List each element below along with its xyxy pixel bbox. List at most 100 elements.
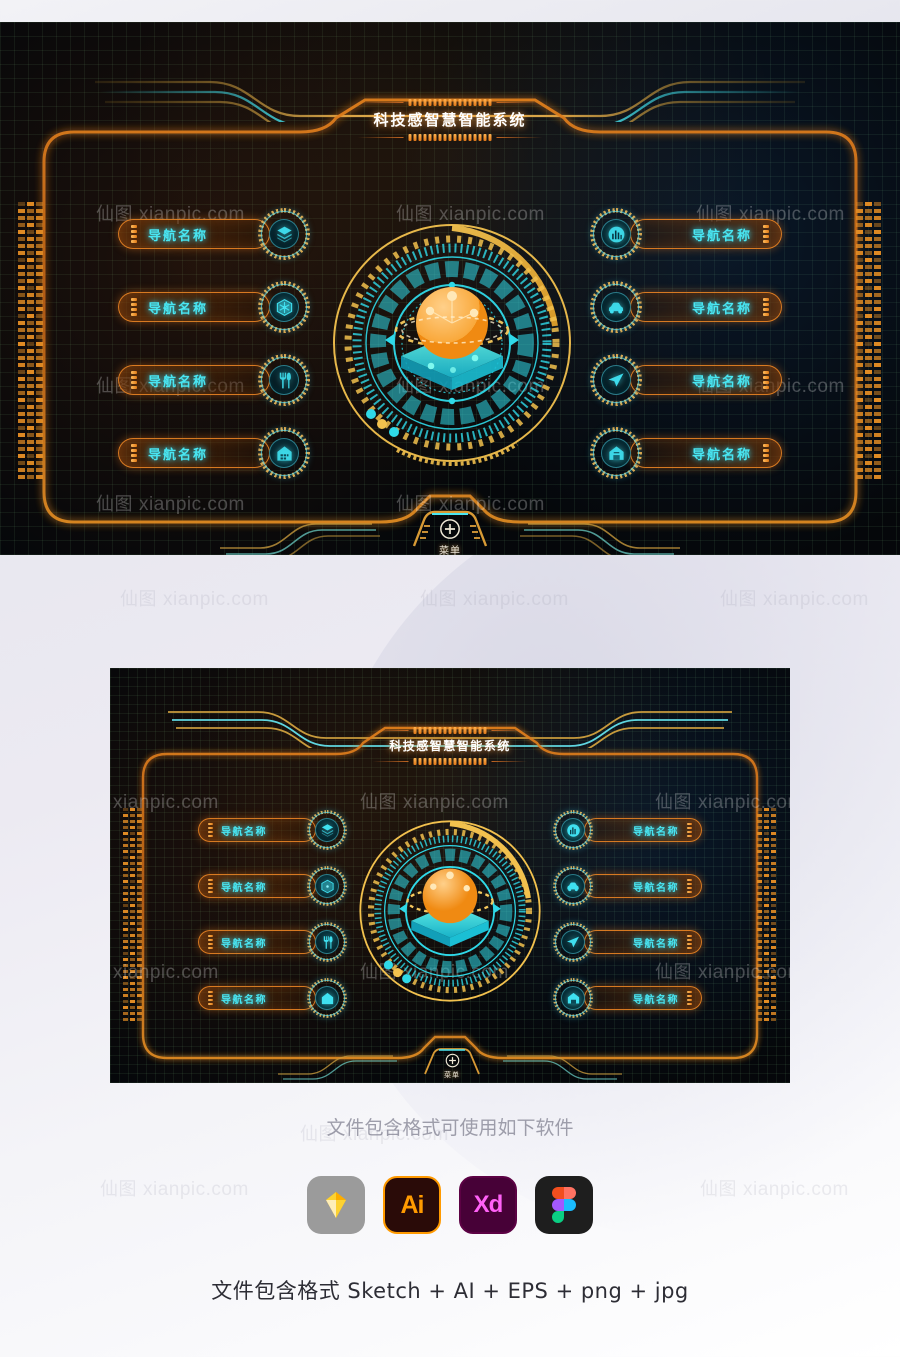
layers-cube-icon[interactable] [307, 810, 347, 850]
sidebar-item-right-3[interactable]: 导航名称 [553, 978, 702, 1018]
adobe-xd-icon[interactable]: Xd [459, 1176, 517, 1234]
hexagon-network-icon[interactable] [307, 866, 347, 906]
layers-cube-icon[interactable] [258, 208, 310, 260]
sidebar-item-label: 导航名称 [691, 374, 752, 390]
file-formats-line: 文件包含格式 Sketch + AI + EPS + png + jpg [211, 1279, 689, 1303]
plus-circle-icon[interactable] [445, 1053, 460, 1068]
title-tick-bar-bottom [372, 757, 528, 765]
nav-pill[interactable]: 导航名称 [584, 986, 702, 1010]
sidebar-item-left-3[interactable]: 导航名称 [118, 427, 310, 479]
sidebar-item-left-1[interactable]: 导航名称 [198, 866, 347, 906]
sidebar-item-left-0[interactable]: 导航名称 [118, 208, 310, 260]
sidebar-item-right-1[interactable]: 导航名称 [553, 866, 702, 906]
nav-pill[interactable]: 导航名称 [584, 874, 702, 898]
sidebar-item-label: 导航名称 [221, 994, 267, 1006]
footer-note: 文件包含格式可使用如下软件 [326, 1117, 574, 1139]
watermark-layer-gap: 仙图 xianpic.com 仙图 xianpic.com 仙图 xianpic.co… [120, 589, 869, 610]
sidebar-item-right-0[interactable]: 导航名称 [590, 208, 782, 260]
sidebar-item-left-1[interactable]: 导航名称 [118, 281, 310, 333]
sidebar-item-right-2[interactable]: 导航名称 [553, 922, 702, 962]
nav-pill[interactable]: 导航名称 [198, 986, 316, 1010]
pill-tick-marks [763, 298, 769, 316]
sidebar-item-right-1[interactable]: 导航名称 [590, 281, 782, 333]
sidebar-item-label: 导航名称 [221, 826, 267, 838]
pill-tick-marks [763, 371, 769, 389]
nav-pill[interactable]: 导航名称 [118, 219, 270, 249]
paper-plane-icon[interactable] [590, 354, 642, 406]
pill-tick-marks [208, 935, 213, 949]
sidebar-item-label: 导航名称 [633, 882, 679, 894]
sidebar-item-label: 导航名称 [148, 447, 209, 463]
nav-pill[interactable]: 导航名称 [630, 438, 782, 468]
menu-button[interactable]: 菜单 [422, 1048, 482, 1080]
pill-tick-marks [687, 991, 692, 1005]
pill-tick-marks [687, 823, 692, 837]
pill-tick-marks [131, 298, 137, 316]
nav-pill[interactable]: 导航名称 [198, 818, 316, 842]
nav-pill[interactable]: 导航名称 [630, 365, 782, 395]
nav-pill[interactable]: 导航名称 [198, 874, 316, 898]
nav-pill[interactable]: 导航名称 [118, 365, 270, 395]
paper-plane-icon[interactable] [553, 922, 593, 962]
sidebar-item-left-0[interactable]: 导航名称 [198, 810, 347, 850]
figma-icon[interactable] [535, 1176, 593, 1234]
sidebar-left: 导航名称 导航名称 导航名称 导航名称 [198, 810, 347, 1018]
sidebar-item-label: 导航名称 [221, 882, 267, 894]
pill-tick-marks [131, 225, 137, 243]
preview-panel-secondary: 科技感智慧智能系统 导航名称 导航名称 导航名称 导航名称 导航名称 导航名称 … [110, 668, 790, 1083]
sketch-icon[interactable] [307, 1176, 365, 1234]
preview-panel-primary: 科技感智慧智能系统 导航名称 导航名称 导航名称 导航名称 导航名称 导航名称 … [0, 22, 900, 555]
pill-tick-marks [763, 225, 769, 243]
nav-pill[interactable]: 导航名称 [198, 930, 316, 954]
hexagon-network-icon[interactable] [258, 281, 310, 333]
sidebar-item-label: 导航名称 [148, 228, 209, 244]
nav-pill[interactable]: 导航名称 [630, 219, 782, 249]
sidebar-item-label: 导航名称 [633, 938, 679, 950]
page-title: 科技感智慧智能系统 [373, 111, 527, 129]
sidebar-item-left-2[interactable]: 导航名称 [118, 354, 310, 406]
app-title-banner: 科技感智慧智能系统 [357, 98, 543, 141]
pill-tick-marks [131, 371, 137, 389]
house-icon[interactable] [307, 978, 347, 1018]
bar-chart-icon[interactable] [553, 810, 593, 850]
nav-pill[interactable]: 导航名称 [118, 438, 270, 468]
app-title-banner: 科技感智慧智能系统 [372, 726, 528, 765]
home-building-icon[interactable] [590, 427, 642, 479]
pill-tick-marks [208, 991, 213, 1005]
plus-circle-icon[interactable] [439, 518, 461, 540]
fork-utensils-icon[interactable] [258, 354, 310, 406]
central-radar-hud[interactable] [355, 816, 545, 1006]
nav-pill[interactable]: 导航名称 [584, 930, 702, 954]
adobe-illustrator-icon[interactable]: Ai [383, 1176, 441, 1234]
bar-chart-icon[interactable] [590, 208, 642, 260]
sidebar-item-right-3[interactable]: 导航名称 [590, 427, 782, 479]
software-icon-row: Ai Xd [0, 1176, 900, 1234]
page-title: 科技感智慧智能系统 [389, 739, 511, 753]
nav-pill[interactable]: 导航名称 [118, 292, 270, 322]
home-building-icon[interactable] [553, 978, 593, 1018]
sidebar-item-label: 导航名称 [691, 301, 752, 317]
pill-tick-marks [208, 823, 213, 837]
sidebar-item-left-3[interactable]: 导航名称 [198, 978, 347, 1018]
car-icon[interactable] [590, 281, 642, 333]
pill-tick-marks [687, 935, 692, 949]
sidebar-item-label: 导航名称 [633, 994, 679, 1006]
sidebar-item-right-0[interactable]: 导航名称 [553, 810, 702, 850]
sidebar-item-label: 导航名称 [691, 447, 752, 463]
car-icon[interactable] [553, 866, 593, 906]
central-radar-hud[interactable] [327, 218, 577, 468]
title-tick-bar-top [357, 98, 543, 106]
pill-tick-marks [687, 879, 692, 893]
title-tick-bar-bottom [357, 133, 543, 141]
house-icon[interactable] [258, 427, 310, 479]
sidebar-item-label: 导航名称 [148, 374, 209, 390]
pill-tick-marks [131, 444, 137, 462]
menu-button[interactable]: 菜单 [410, 510, 490, 555]
nav-pill[interactable]: 导航名称 [630, 292, 782, 322]
sidebar-item-left-2[interactable]: 导航名称 [198, 922, 347, 962]
fork-utensils-icon[interactable] [307, 922, 347, 962]
pill-tick-marks [763, 444, 769, 462]
sidebar-item-right-2[interactable]: 导航名称 [590, 354, 782, 406]
sidebar-left: 导航名称 导航名称 导航名称 导航名称 [118, 208, 310, 479]
nav-pill[interactable]: 导航名称 [584, 818, 702, 842]
